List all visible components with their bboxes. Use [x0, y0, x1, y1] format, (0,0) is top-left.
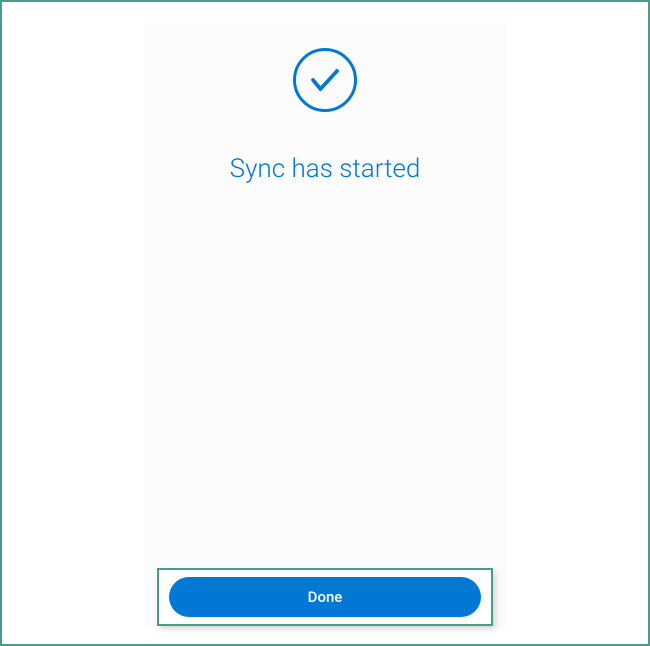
annotation-outer-frame: Sync has started Done — [0, 0, 650, 646]
done-button[interactable]: Done — [169, 577, 481, 617]
success-icon-container — [293, 48, 357, 112]
sync-status-screen: Sync has started Done — [144, 18, 506, 628]
checkmark-circle-icon — [293, 48, 357, 112]
checkmark-icon — [307, 62, 343, 98]
annotation-button-highlight: Done — [157, 568, 493, 626]
sync-status-message: Sync has started — [230, 154, 421, 184]
